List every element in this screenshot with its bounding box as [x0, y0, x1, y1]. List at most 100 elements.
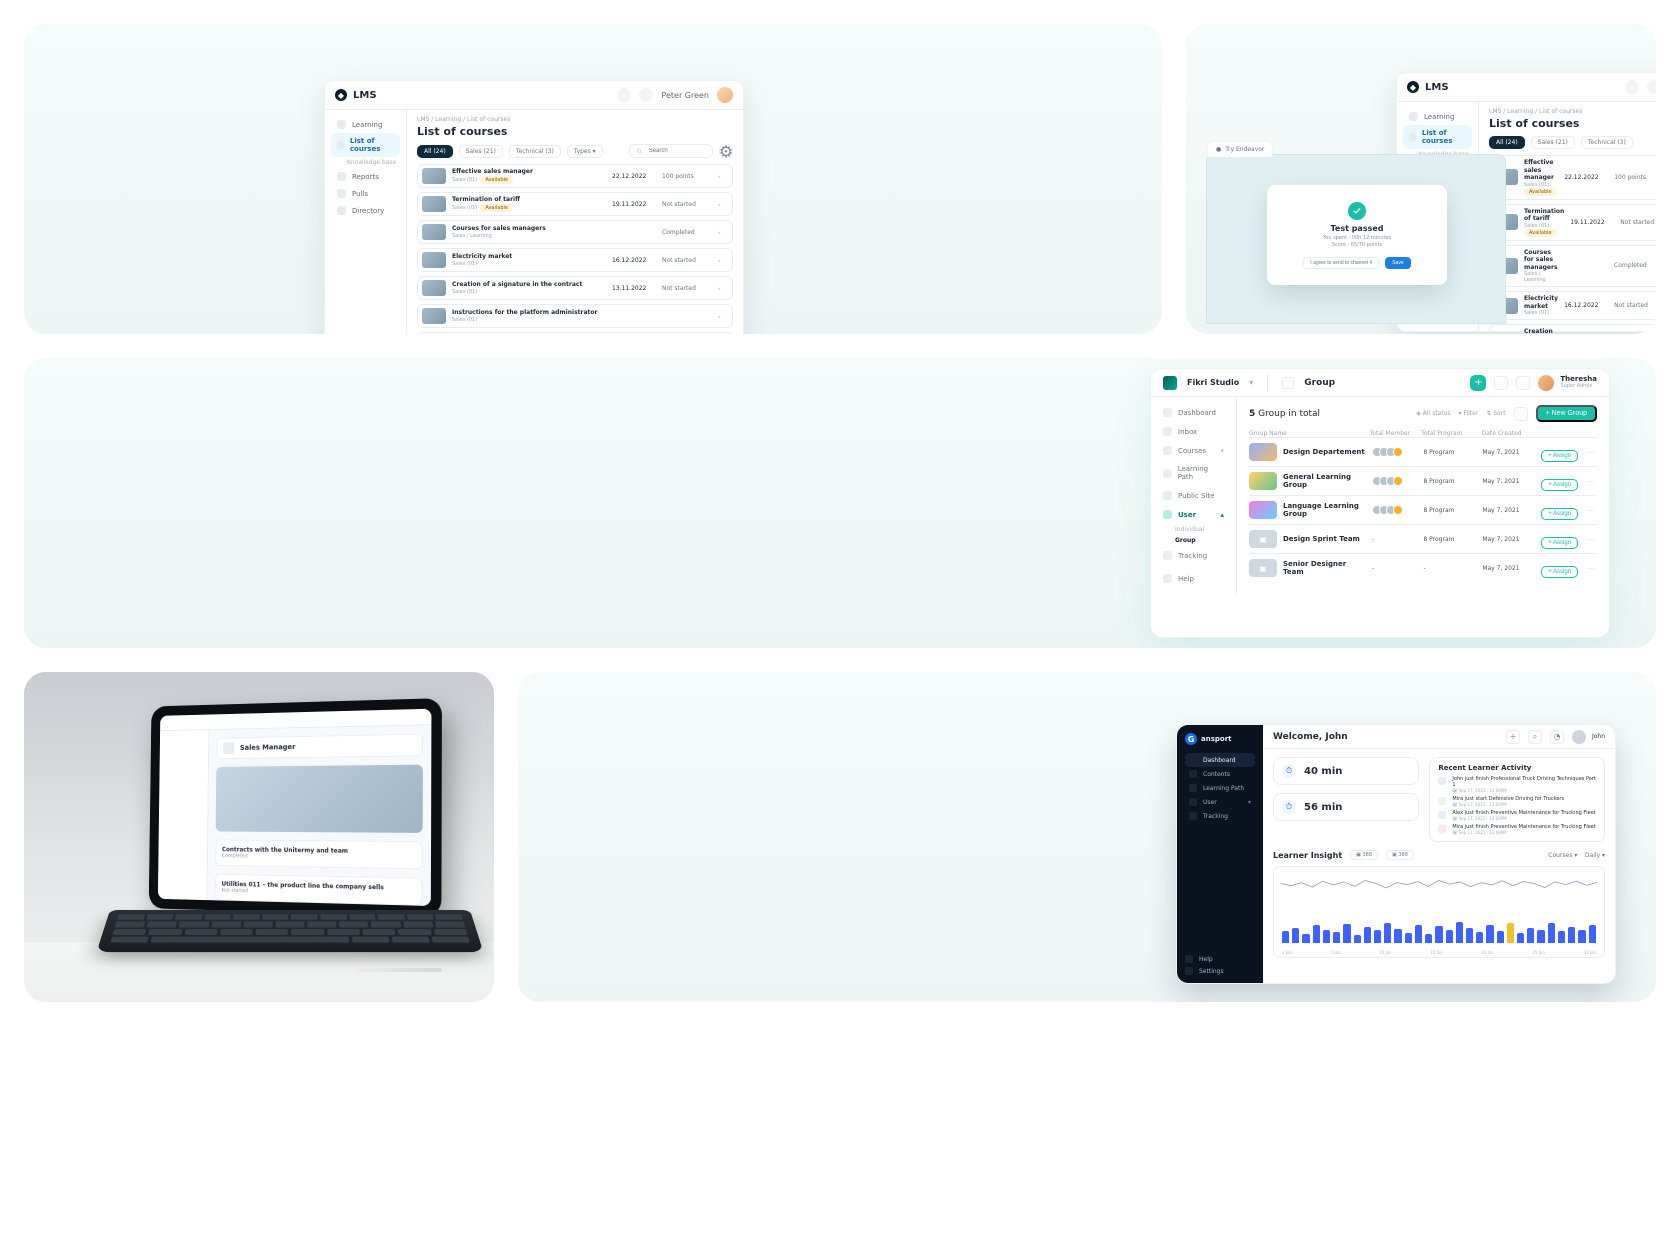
page-title: List of courses — [417, 125, 733, 138]
user-menu[interactable]: John — [1572, 730, 1605, 744]
sidebar-item-help[interactable]: Help — [1159, 571, 1228, 586]
sidebar-item-courses[interactable]: Courses▾ — [1159, 443, 1228, 458]
sidebar-item-user[interactable]: User▾ — [1185, 795, 1255, 809]
open-icon[interactable] — [712, 309, 726, 323]
assign-button[interactable]: + Assign — [1541, 566, 1578, 578]
sidebar-sub-group[interactable]: Group — [1175, 537, 1228, 544]
page-icon — [1282, 377, 1294, 389]
search-icon[interactable] — [1516, 376, 1530, 390]
search-input[interactable] — [629, 144, 713, 158]
chevron-down-icon[interactable]: ▾ — [1249, 378, 1253, 387]
modal-secondary[interactable]: I agree to send to channel # — [1303, 257, 1379, 269]
sidebar-sub-individual[interactable]: Individual — [1175, 526, 1228, 533]
sidebar-item-tracking[interactable]: Tracking — [1159, 548, 1228, 563]
table-row[interactable]: ▣ Design Sprint Team - 8 Program May 7, … — [1249, 524, 1597, 553]
status-filter[interactable]: ◈ All status — [1416, 410, 1450, 417]
ansport-app: G ansport Dashboard Contents Learning Pa… — [1176, 724, 1616, 984]
sidebar-item-pulls[interactable]: Pulls — [331, 185, 400, 202]
modal-primary[interactable]: Save — [1385, 257, 1410, 269]
bell-icon[interactable]: ◔ — [1550, 730, 1564, 744]
kebab-icon[interactable]: ⋯ — [1585, 448, 1597, 457]
table-row[interactable]: Creation of a signature in the contractS… — [1489, 324, 1656, 334]
sidebar-item-directory[interactable]: Directory — [331, 202, 400, 219]
user-menu[interactable]: Theresha Super Admin — [1538, 375, 1597, 391]
filter-technical[interactable]: Technical (3) — [509, 145, 561, 158]
add-button[interactable]: + — [1470, 375, 1486, 391]
sidebar-item-learning[interactable]: Learning — [331, 116, 400, 133]
activity-item: Mira just finish Preventive Maintenance … — [1438, 824, 1596, 835]
sidebar-sub-knowledge[interactable]: Knowledge base — [347, 157, 400, 168]
sidebar-item-learning-path[interactable]: Learning Path — [1185, 781, 1255, 795]
kebab-icon[interactable]: ⋯ — [1585, 564, 1597, 573]
table-header: Group Name Total Member Total Program Da… — [1249, 430, 1597, 437]
browser-tab[interactable]: ●Try Endeavor — [1207, 141, 1273, 157]
sort-button[interactable]: ⇅ Sort — [1486, 410, 1505, 417]
plus-button[interactable]: + — [1506, 730, 1520, 744]
filter-button[interactable]: ▾ Filter — [1459, 410, 1479, 417]
table-row[interactable]: Termination of tariffSales (01) Availabl… — [417, 192, 733, 216]
table-row[interactable]: Electricity marketSales (01) 16.12.2022 … — [1489, 291, 1656, 320]
logo-icon: G — [1185, 733, 1197, 745]
sidebar-item-dashboard[interactable]: Dashboard — [1159, 405, 1228, 420]
sidebar-item-public-site[interactable]: Public Site — [1159, 488, 1228, 503]
sidebar-item-tracking[interactable]: Tracking — [1185, 809, 1255, 823]
table-row[interactable]: Electricity marketSales (01) 16.12.2022 … — [417, 248, 733, 272]
assign-button[interactable]: + Assign — [1541, 450, 1578, 462]
sidebar-item-dashboard[interactable]: Dashboard — [1185, 753, 1255, 767]
sidebar-item-user[interactable]: User▴ — [1159, 507, 1228, 522]
book-icon — [337, 120, 346, 129]
settings-button[interactable]: ⚙ — [719, 144, 733, 158]
assign-button[interactable]: + Assign — [1541, 537, 1578, 549]
assign-button[interactable]: + Assign — [1541, 479, 1578, 491]
list-icon — [337, 141, 344, 150]
table-row[interactable]: Effective sales managerSales (01) Availa… — [1489, 155, 1656, 200]
logo-icon: ◆ — [335, 89, 347, 101]
grid-view-icon[interactable] — [1514, 407, 1528, 421]
kebab-icon[interactable]: ⋯ — [1585, 506, 1597, 515]
kebab-icon[interactable]: ⋯ — [1585, 535, 1597, 544]
table-row[interactable]: Creation of a signature in the contractS… — [417, 276, 733, 300]
hero-image — [216, 765, 423, 833]
globe-icon: ● — [1216, 146, 1221, 153]
filter-sales[interactable]: Sales (21) — [459, 145, 503, 158]
avatar[interactable] — [717, 87, 733, 103]
help-icon[interactable] — [639, 88, 653, 102]
search-icon[interactable]: ⌕ — [1528, 730, 1542, 744]
assign-button[interactable]: + Assign — [1541, 508, 1578, 520]
table-row[interactable]: Design Departement 8 Program May 7, 2021… — [1249, 437, 1597, 466]
table-row[interactable]: ▣ Senior Designer Team - - May 7, 2021 +… — [1249, 553, 1597, 582]
table-row[interactable]: Courses for sales managersSales / Learni… — [1489, 245, 1656, 288]
modal-title: Test passed — [1331, 224, 1384, 233]
table-row[interactable]: Instructions for the platform administra… — [417, 304, 733, 328]
reload-icon[interactable] — [617, 88, 631, 102]
sidebar-item-reports[interactable]: Reports — [331, 168, 400, 185]
sidebar-item-courses[interactable]: List of courses — [331, 133, 400, 157]
open-icon[interactable] — [712, 169, 726, 183]
kebab-icon[interactable]: ⋯ — [1585, 477, 1597, 486]
sidebar-item-inbox[interactable]: Inbox — [1159, 424, 1228, 439]
table-row[interactable]: Effective sales managerSales (01) Availa… — [417, 164, 733, 188]
insight-right-select[interactable]: Daily ▾ — [1585, 852, 1605, 859]
insight-left-select[interactable]: Courses ▾ — [1548, 852, 1577, 859]
breadcrumb: LMS / Learning / List of courses — [417, 116, 733, 123]
open-icon[interactable] — [712, 281, 726, 295]
filter-all[interactable]: All (24) — [417, 145, 453, 158]
sidebar-item-help[interactable]: Help — [1185, 955, 1255, 963]
sidebar-item-settings[interactable]: Settings — [1185, 967, 1255, 975]
open-icon[interactable] — [712, 253, 726, 267]
table-row[interactable]: General Learning Group 8 Program May 7, … — [1249, 466, 1597, 495]
new-group-button[interactable]: + New Group — [1536, 405, 1597, 422]
bell-icon[interactable] — [1494, 376, 1508, 390]
sidebar-item-contents[interactable]: Contents — [1185, 767, 1255, 781]
open-icon[interactable] — [712, 225, 726, 239]
filter-types[interactable]: Types ▾ — [567, 145, 603, 158]
status-dot — [1438, 777, 1446, 785]
table-row[interactable]: IT platforms used in workSales (01) 14.0… — [417, 332, 733, 334]
table-row[interactable]: Courses for sales managersSales / Learni… — [417, 220, 733, 244]
folder-icon — [337, 206, 346, 215]
table-row[interactable]: Language Learning Group 8 Program May 7,… — [1249, 495, 1597, 524]
table-row[interactable]: Termination of tariffSales (01) Availabl… — [1489, 204, 1656, 241]
open-icon[interactable] — [712, 197, 726, 211]
sidebar-item-learning-path[interactable]: Learning Path — [1159, 462, 1228, 484]
sidebar: G ansport Dashboard Contents Learning Pa… — [1177, 725, 1263, 983]
